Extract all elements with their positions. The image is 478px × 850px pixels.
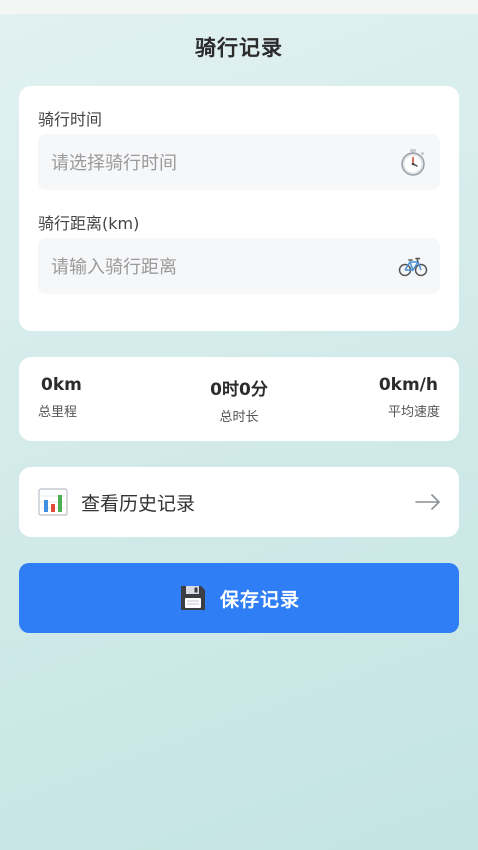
stopwatch-icon — [401, 149, 425, 176]
time-picker-field[interactable]: 请选择骑行时间 — [38, 134, 440, 190]
stat-label: 平均速度 — [387, 405, 440, 420]
save-button-content: 保存记录 — [19, 563, 459, 633]
page-title: 骑行记录 — [195, 36, 283, 60]
ride-form-card: 骑行时间 请选择骑行时间 骑行距离(km) 请输入骑行距离 — [19, 86, 459, 331]
bar-chart-icon — [38, 488, 68, 516]
status-bar — [0, 0, 478, 14]
stat-value: 0km/h — [378, 375, 438, 395]
distance-field-label: 骑行距离(km) — [38, 214, 140, 233]
bicycle-icon — [398, 257, 428, 277]
distance-input-field[interactable]: 请输入骑行距离 — [38, 238, 440, 294]
time-placeholder: 请选择骑行时间 — [51, 153, 177, 174]
time-field-label: 骑行时间 — [38, 110, 103, 129]
stat-total-duration: 0时0分 总时长 — [189, 375, 289, 425]
stat-total-distance: 0km 总里程 — [38, 375, 82, 420]
stat-label: 总时长 — [219, 410, 259, 425]
distance-placeholder: 请输入骑行距离 — [51, 257, 177, 278]
stat-value: 0时0分 — [210, 380, 268, 400]
stat-average-speed: 0km/h 平均速度 — [379, 375, 440, 420]
arrow-right-icon — [415, 494, 440, 510]
view-history-button[interactable]: 查看历史记录 — [19, 467, 459, 537]
save-record-button[interactable]: 保存记录 — [19, 563, 459, 633]
view-history-label: 查看历史记录 — [81, 493, 196, 515]
stats-card: 0km 总里程 0时0分 总时长 0km/h 平均速度 — [19, 357, 459, 441]
floppy-disk-icon — [180, 586, 205, 610]
save-button-label: 保存记录 — [219, 589, 300, 611]
stat-value: 0km — [41, 375, 82, 395]
stat-label: 总里程 — [38, 405, 78, 420]
